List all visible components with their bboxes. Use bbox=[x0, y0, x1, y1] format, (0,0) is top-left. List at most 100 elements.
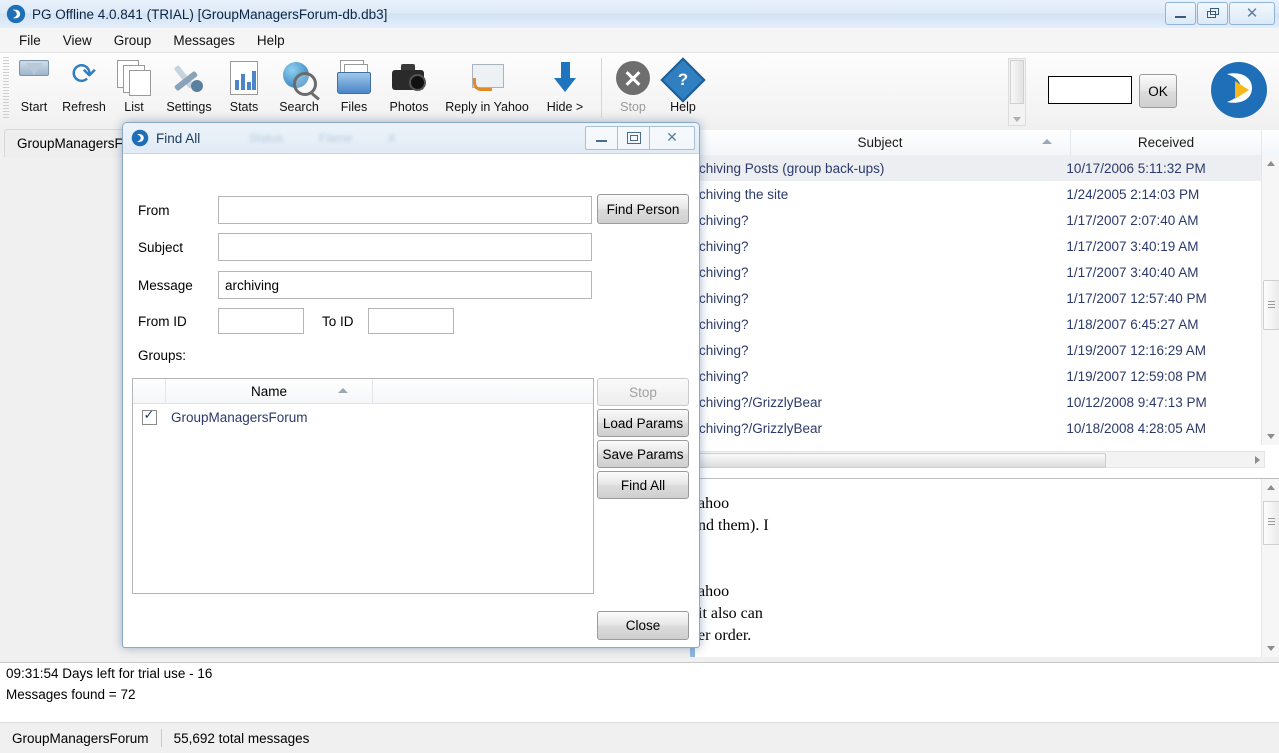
dialog-body: From Find Person Subject Message From ID… bbox=[123, 154, 699, 647]
group-checkbox[interactable] bbox=[141, 407, 157, 425]
dialog-minimize-button[interactable] bbox=[585, 126, 618, 150]
preview-scroll-down-icon[interactable] bbox=[1262, 640, 1279, 657]
toolbar-button-hide[interactable]: Hide > bbox=[535, 55, 595, 123]
to-id-input[interactable] bbox=[368, 308, 454, 334]
menu-item-group[interactable]: Group bbox=[103, 30, 163, 51]
toolbar-button-list[interactable]: List bbox=[109, 55, 159, 123]
scroll-down-icon[interactable] bbox=[1262, 428, 1279, 445]
groups-column-header-check[interactable] bbox=[133, 379, 166, 403]
close-icon: ✕ bbox=[1245, 4, 1259, 22]
ok-button[interactable]: OK bbox=[1139, 74, 1177, 108]
message-list-scrollbar-thumb[interactable] bbox=[1263, 280, 1279, 330]
status-bar: GroupManagersForum 55,692 total messages bbox=[0, 722, 1279, 753]
dialog-maximize-icon bbox=[626, 132, 641, 144]
dialog-minimize-icon bbox=[596, 140, 607, 142]
scroll-up-icon[interactable] bbox=[1262, 155, 1279, 172]
find-all-button[interactable]: Find All bbox=[597, 471, 689, 499]
message-subject: chiving? bbox=[699, 316, 749, 332]
menu-item-view[interactable]: View bbox=[52, 30, 103, 51]
toolbar-button-refresh[interactable]: ⟳ Refresh bbox=[59, 55, 109, 123]
toolbar-button-stats[interactable]: Stats bbox=[219, 55, 269, 123]
toolbar-label-settings: Settings bbox=[166, 100, 212, 114]
subject-input[interactable] bbox=[218, 233, 592, 261]
toolbar-button-search[interactable]: Search bbox=[269, 55, 329, 123]
message-received: 1/17/2007 2:07:40 AM bbox=[1066, 212, 1199, 228]
menu-item-messages[interactable]: Messages bbox=[162, 30, 246, 51]
minimize-button[interactable] bbox=[1165, 2, 1196, 25]
message-list-header: Subject Received bbox=[690, 130, 1279, 156]
message-received: 1/17/2007 3:40:40 AM bbox=[1066, 264, 1199, 280]
message-subject: chiving? bbox=[699, 368, 749, 384]
toolbar-button-photos[interactable]: Photos bbox=[379, 55, 439, 123]
message-row[interactable]: chiving Posts (group back-ups) 10/17/2006… bbox=[690, 155, 1265, 181]
groups-grid-header: Name bbox=[133, 379, 593, 404]
message-row[interactable]: chiving? 1/17/2007 12:57:40 PM bbox=[690, 285, 1265, 311]
dialog-close-icon: ✕ bbox=[666, 130, 678, 146]
chart-document-icon bbox=[224, 58, 264, 98]
message-list-horizontal-scrollbar[interactable] bbox=[690, 451, 1265, 468]
toolbar-button-reply-in-yahoo[interactable]: Reply in Yahoo bbox=[439, 55, 535, 123]
message-row[interactable]: chiving? 1/19/2007 12:16:29 AM bbox=[690, 337, 1265, 363]
groups-column-header-name[interactable]: Name bbox=[166, 379, 373, 403]
message-row[interactable]: chiving? 1/19/2007 12:59:08 PM bbox=[690, 363, 1265, 389]
log-pane[interactable]: 09:31:54 Days left for trial use - 16 Me… bbox=[0, 662, 1279, 723]
preview-line: er order. bbox=[698, 627, 752, 644]
load-params-button[interactable]: Load Params bbox=[597, 409, 689, 437]
message-row[interactable]: chiving? 1/17/2007 3:40:40 AM bbox=[690, 259, 1265, 285]
message-row[interactable]: chiving?/GrizzlyBear 10/12/2008 9:47:13 P… bbox=[690, 389, 1265, 415]
group-checkbox-cell[interactable] bbox=[133, 407, 165, 425]
toolbar-button-settings[interactable]: Settings bbox=[159, 55, 219, 123]
message-list-vertical-scrollbar[interactable] bbox=[1261, 155, 1279, 445]
column-header-received-label: Received bbox=[1137, 135, 1195, 150]
scroll-right-icon[interactable] bbox=[1255, 456, 1260, 464]
message-row[interactable]: chiving?/GrizzlyBear 10/18/2008 4:28:05 A… bbox=[690, 415, 1265, 441]
dialog-maximize-button[interactable] bbox=[617, 126, 650, 150]
toolbar-scrollbar[interactable] bbox=[1008, 58, 1026, 126]
save-params-button[interactable]: Save Params bbox=[597, 440, 689, 468]
dialog-titlebar-glass-backdrop: StatusFlame# Pages bbox=[249, 131, 396, 145]
groups-grid-row[interactable]: GroupManagersForum bbox=[133, 404, 593, 430]
toolbar-scrollbar-thumb[interactable] bbox=[1010, 60, 1024, 104]
app-logo-icon bbox=[6, 4, 26, 24]
find-person-button[interactable]: Find Person bbox=[597, 194, 689, 224]
preview-line: ahoo bbox=[698, 495, 730, 512]
close-dialog-button[interactable]: Close bbox=[597, 611, 689, 640]
toolbar-button-start[interactable]: Start bbox=[9, 55, 59, 123]
groups-column-header-name-label: Name bbox=[250, 383, 287, 399]
tab-groupmanagersforum[interactable]: GroupManagersF bbox=[4, 129, 136, 157]
menu-item-help[interactable]: Help bbox=[246, 30, 296, 51]
column-header-subject[interactable]: Subject bbox=[690, 130, 1071, 155]
subject-label: Subject bbox=[138, 239, 184, 255]
dialog-close-button[interactable]: ✕ bbox=[649, 126, 695, 150]
find-all-dialog: StatusFlame# Pages Find All ✕ From bbox=[122, 122, 700, 648]
message-row[interactable]: chiving? 1/17/2007 2:07:40 AM bbox=[690, 207, 1265, 233]
toolbar-button-files[interactable]: Files bbox=[329, 55, 379, 123]
preview-scrollbar-thumb[interactable] bbox=[1263, 501, 1279, 545]
message-row[interactable]: chiving the site 1/24/2005 2:14:03 PM bbox=[690, 181, 1265, 207]
from-input[interactable] bbox=[218, 196, 592, 224]
download-start-icon bbox=[14, 58, 54, 98]
toolbar-text-input[interactable] bbox=[1048, 76, 1132, 104]
toolbar-button-stop[interactable]: Stop bbox=[608, 55, 658, 123]
toolbar-label-stop: Stop bbox=[620, 100, 646, 114]
chevron-down-icon[interactable] bbox=[1013, 117, 1021, 122]
preview-vertical-scrollbar[interactable] bbox=[1261, 479, 1279, 657]
log-line: Messages found = 72 bbox=[6, 687, 136, 702]
menu-item-file[interactable]: File bbox=[8, 30, 52, 51]
message-preview-pane: ahoo nd them). I ahoo it also can er order. bbox=[690, 478, 1279, 657]
message-list-rows: chiving Posts (group back-ups) 10/17/2006… bbox=[690, 155, 1265, 445]
toolbar-button-help[interactable]: ? Help bbox=[658, 55, 708, 123]
message-row[interactable]: chiving? 1/18/2007 6:45:27 AM bbox=[690, 311, 1265, 337]
stop-button[interactable]: Stop bbox=[597, 378, 689, 406]
close-button[interactable]: ✕ bbox=[1229, 2, 1275, 25]
from-id-input[interactable] bbox=[218, 308, 304, 334]
preview-line bbox=[698, 559, 1238, 581]
message-row[interactable]: chiving? 1/17/2007 3:40:19 AM bbox=[690, 233, 1265, 259]
restore-button[interactable] bbox=[1197, 2, 1228, 25]
message-input[interactable] bbox=[218, 271, 592, 299]
message-list-hscrollbar-thumb[interactable] bbox=[692, 453, 1106, 468]
group-name: GroupManagersForum bbox=[171, 409, 308, 425]
message-subject: chiving Posts (group back-ups) bbox=[699, 160, 885, 176]
preview-scroll-up-icon[interactable] bbox=[1262, 479, 1279, 496]
column-header-received[interactable]: Received bbox=[1071, 130, 1262, 155]
